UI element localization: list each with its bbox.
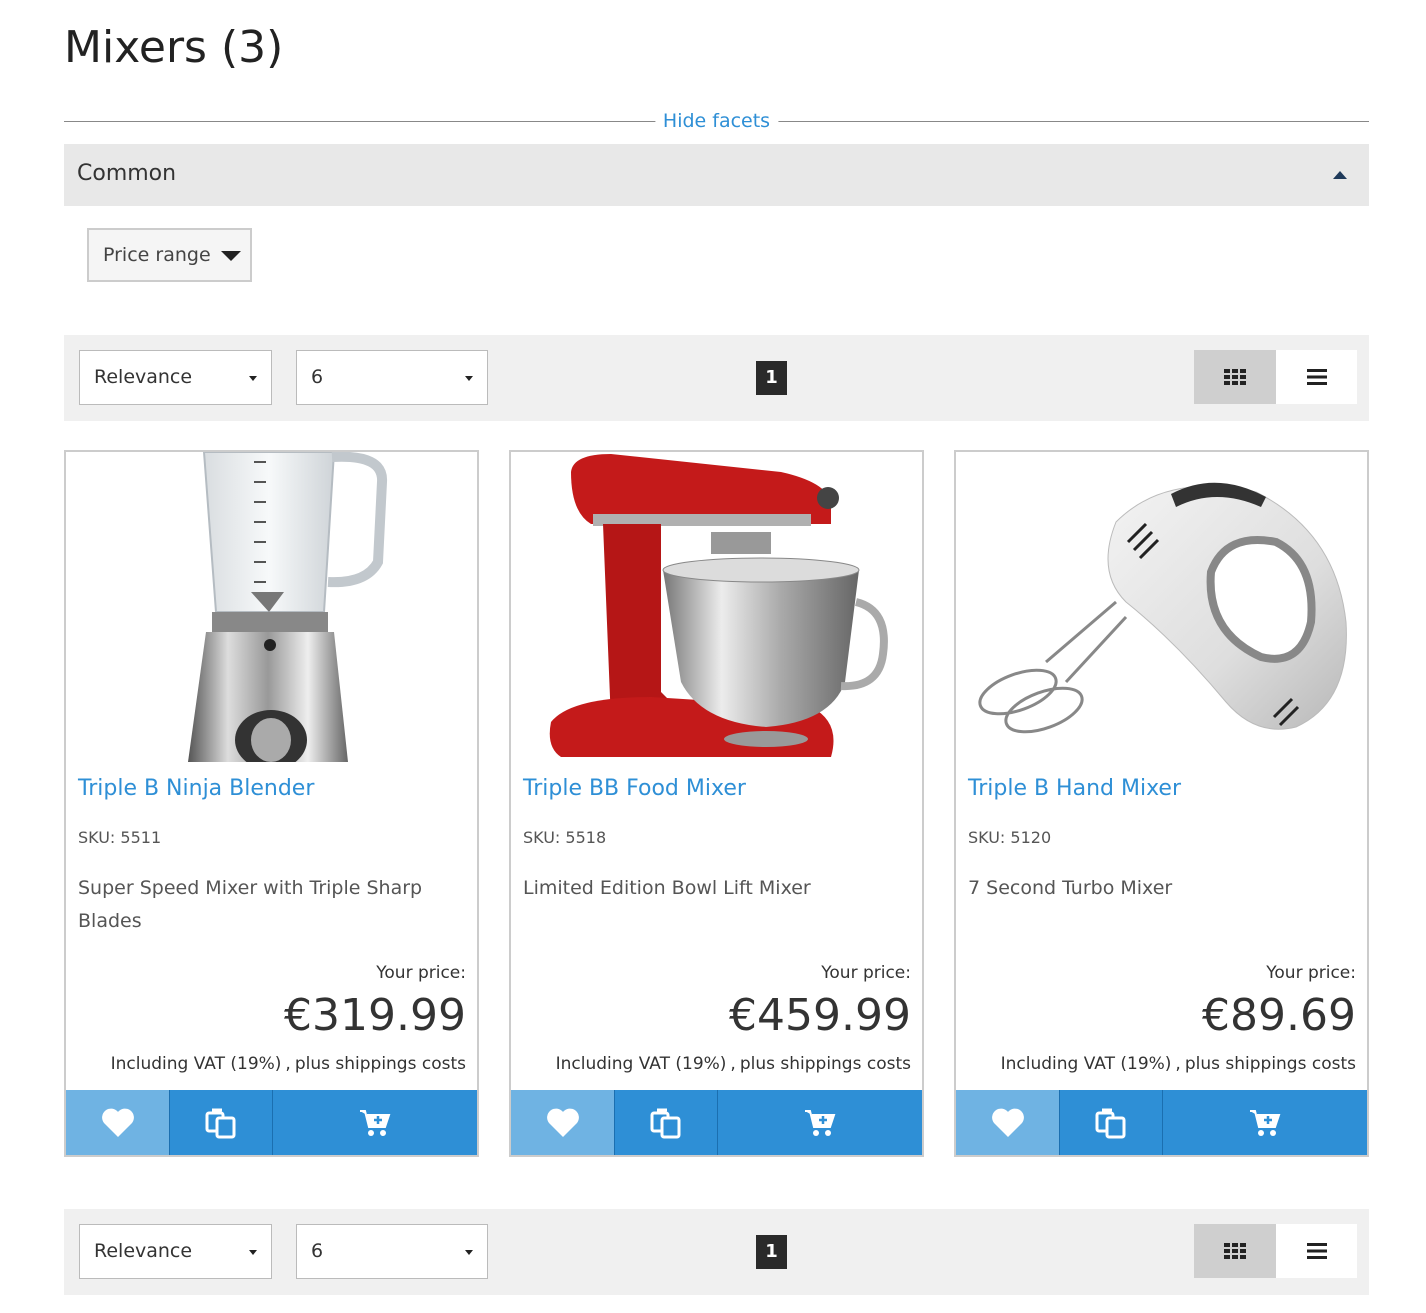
- facet-group-header[interactable]: Common: [64, 144, 1369, 206]
- product-description: 7 Second Turbo Mixer: [968, 877, 1173, 899]
- shipping-label: plus shippings costs: [739, 1054, 911, 1074]
- compare-icon: [205, 1108, 236, 1138]
- product-name[interactable]: Triple B Ninja Blender: [78, 776, 314, 801]
- result-count: (3): [220, 22, 284, 73]
- price-range-dropdown[interactable]: Price range: [87, 228, 252, 282]
- product-name[interactable]: Triple BB Food Mixer: [523, 776, 746, 801]
- hand-mixer-illustration: [978, 482, 1347, 734]
- pagination-page[interactable]: 1: [756, 1235, 787, 1269]
- vat-label: Including VAT (19%): [110, 1054, 282, 1074]
- product-actions: [66, 1090, 477, 1155]
- grid-view-button[interactable]: [1194, 350, 1276, 404]
- vat-note: Including VAT (19%), plus shippings costs: [1000, 1054, 1356, 1074]
- blender-illustration: [188, 452, 388, 762]
- heart-icon: [101, 1108, 134, 1137]
- compare-button[interactable]: [1059, 1090, 1162, 1155]
- heart-icon: [546, 1108, 579, 1137]
- add-to-cart-button[interactable]: [272, 1090, 477, 1155]
- compare-button[interactable]: [169, 1090, 272, 1155]
- product-card: Triple B Ninja Blender SKU: 5511 Super S…: [64, 450, 479, 1157]
- product-name[interactable]: Triple B Hand Mixer: [968, 776, 1181, 801]
- page-title-text: Mixers: [64, 22, 207, 73]
- cart-add-icon: [1250, 1109, 1281, 1136]
- facets-divider: Hide facets: [64, 108, 1369, 134]
- list-view-icon: [1306, 369, 1327, 385]
- product-image-hand-mixer[interactable]: [956, 452, 1367, 762]
- compare-icon: [1095, 1108, 1126, 1138]
- vat-label: Including VAT (19%): [1000, 1054, 1172, 1074]
- product-image-stand-mixer[interactable]: [511, 452, 922, 762]
- heart-icon: [991, 1108, 1024, 1137]
- sort-select[interactable]: Relevance: [79, 1224, 272, 1279]
- shipping-label: plus shippings costs: [1184, 1054, 1356, 1074]
- grid-view-icon: [1224, 369, 1246, 385]
- product-description: Limited Edition Bowl Lift Mixer: [523, 877, 811, 899]
- caret-down-icon: [220, 251, 241, 261]
- chevron-down-icon: [249, 1250, 257, 1255]
- product-price: €459.99: [729, 990, 911, 1041]
- per-page-value: 6: [311, 366, 324, 388]
- grid-view-button[interactable]: [1194, 1224, 1276, 1278]
- product-price: €319.99: [284, 990, 466, 1041]
- product-actions: [956, 1090, 1367, 1155]
- list-view-icon: [1306, 1243, 1327, 1259]
- product-card: Triple B Hand Mixer SKU: 5120 7 Second T…: [954, 450, 1369, 1157]
- product-sku: SKU: 5511: [78, 828, 162, 847]
- product-image-blender[interactable]: [66, 452, 477, 762]
- sort-select-value: Relevance: [94, 366, 193, 388]
- cart-add-icon: [805, 1109, 836, 1136]
- product-description: Super Speed Mixer with Triple Sharp Blad…: [78, 877, 423, 932]
- per-page-value: 6: [311, 1240, 324, 1262]
- chevron-down-icon: [465, 376, 473, 381]
- product-price: €89.69: [1202, 990, 1356, 1041]
- add-to-wishlist-button[interactable]: [956, 1090, 1059, 1155]
- sort-select[interactable]: Relevance: [79, 350, 272, 405]
- toolbar-top: Relevance 6 1: [64, 335, 1369, 421]
- price-label: Your price:: [1266, 963, 1356, 983]
- pagination-page[interactable]: 1: [756, 361, 787, 395]
- add-to-cart-button[interactable]: [1162, 1090, 1367, 1155]
- list-view-button[interactable]: [1276, 1224, 1357, 1278]
- stand-mixer-illustration: [549, 454, 888, 757]
- product-sku: SKU: 5518: [523, 828, 607, 847]
- price-range-label: Price range: [103, 244, 211, 266]
- shipping-label: plus shippings costs: [294, 1054, 466, 1074]
- per-page-select[interactable]: 6: [296, 1224, 488, 1279]
- page-title: Mixers (3): [64, 22, 283, 73]
- toolbar-bottom: Relevance 6 1: [64, 1209, 1369, 1295]
- product-sku: SKU: 5120: [968, 828, 1052, 847]
- add-to-wishlist-button[interactable]: [511, 1090, 614, 1155]
- vat-note: Including VAT (19%), plus shippings costs: [110, 1054, 466, 1074]
- compare-icon: [650, 1108, 681, 1138]
- compare-button[interactable]: [614, 1090, 717, 1155]
- facet-group-title: Common: [77, 161, 177, 186]
- add-to-wishlist-button[interactable]: [66, 1090, 169, 1155]
- vat-label: Including VAT (19%): [555, 1054, 727, 1074]
- add-to-cart-button[interactable]: [717, 1090, 922, 1155]
- chevron-down-icon: [465, 1250, 473, 1255]
- chevron-down-icon: [249, 376, 257, 381]
- hide-facets-link[interactable]: Hide facets: [654, 108, 779, 134]
- cart-add-icon: [360, 1109, 391, 1136]
- product-actions: [511, 1090, 922, 1155]
- price-label: Your price:: [821, 963, 911, 983]
- per-page-select[interactable]: 6: [296, 350, 488, 405]
- grid-view-icon: [1224, 1243, 1246, 1259]
- sort-select-value: Relevance: [94, 1240, 193, 1262]
- list-view-button[interactable]: [1276, 350, 1357, 404]
- vat-note: Including VAT (19%), plus shippings costs: [555, 1054, 911, 1074]
- caret-up-icon: [1333, 171, 1347, 179]
- price-label: Your price:: [376, 963, 466, 983]
- product-card: Triple BB Food Mixer SKU: 5518 Limited E…: [509, 450, 924, 1157]
